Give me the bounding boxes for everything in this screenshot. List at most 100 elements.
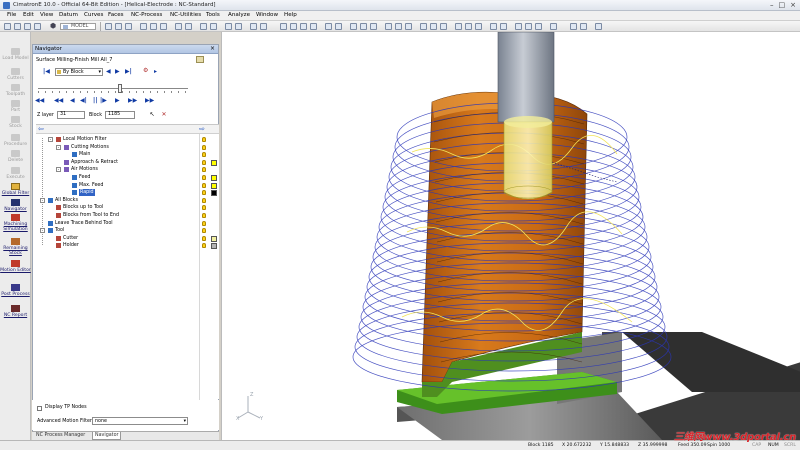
- color-swatch[interactable]: [211, 182, 217, 189]
- visibility-bulb-icon[interactable]: [202, 167, 206, 173]
- forward-step-icon[interactable]: |▶: [100, 97, 107, 105]
- post-process-button[interactable]: Post Process: [0, 284, 31, 297]
- shade-icon[interactable]: [200, 23, 207, 30]
- visibility-bulb-icon[interactable]: [202, 228, 206, 234]
- go-last-icon[interactable]: ▶|: [125, 68, 132, 76]
- visibility-bulb-icon[interactable]: [202, 243, 206, 249]
- menu-window[interactable]: Window: [256, 12, 278, 18]
- extend-icon[interactable]: [475, 23, 482, 30]
- arrow-right-icon[interactable]: ⇨: [199, 125, 205, 133]
- visibility-bulb-icon[interactable]: [202, 137, 206, 142]
- part-button[interactable]: Part: [0, 100, 31, 113]
- maximize-button[interactable]: □: [779, 1, 786, 10]
- menu-help[interactable]: Help: [284, 12, 297, 18]
- surface-icon[interactable]: [335, 23, 342, 30]
- end-icon[interactable]: ▶▶: [145, 97, 154, 105]
- visibility-bulb-icon[interactable]: [202, 190, 206, 196]
- mirror-icon[interactable]: [405, 23, 412, 30]
- menu-curves[interactable]: Curves: [84, 12, 103, 18]
- tree-row[interactable]: - Tool: [36, 227, 219, 235]
- menu-view[interactable]: View: [40, 12, 53, 18]
- spline-icon[interactable]: [430, 23, 437, 30]
- draft-icon[interactable]: [500, 23, 507, 30]
- tree-row[interactable]: Main: [36, 151, 219, 159]
- navigation-mode-select[interactable]: By Block ▾: [55, 68, 103, 76]
- trim-icon[interactable]: [465, 23, 472, 30]
- global-filter-button[interactable]: Global Filter: [0, 183, 31, 196]
- load-model-button[interactable]: Load Model: [0, 48, 31, 61]
- menu-edit[interactable]: Edit: [23, 12, 34, 18]
- curve-icon[interactable]: [280, 23, 287, 30]
- pointer-icon[interactable]: ↖: [148, 111, 156, 119]
- visibility-bulb-icon[interactable]: [202, 220, 206, 226]
- step-back-icon[interactable]: ◀: [106, 68, 111, 76]
- back-icon[interactable]: ◀: [70, 97, 75, 105]
- datum-plane-icon[interactable]: [350, 23, 357, 30]
- tree-row[interactable]: - All Blocks: [36, 197, 219, 205]
- layer-icon[interactable]: [260, 23, 267, 30]
- tab-nc-process-manager[interactable]: NC Process Manager: [34, 432, 87, 440]
- tree-row[interactable]: Max. Feed: [36, 182, 219, 190]
- machining-simulation-button[interactable]: Machining Simulation: [0, 214, 31, 232]
- nc-icon[interactable]: [515, 23, 522, 30]
- tree-row[interactable]: Rapid: [36, 189, 219, 197]
- pause-icon[interactable]: ||: [93, 97, 97, 105]
- visibility-bulb-icon[interactable]: [202, 197, 206, 203]
- measure-icon[interactable]: [250, 23, 257, 30]
- menu-nc-process[interactable]: NC-Process: [131, 12, 162, 18]
- options-icon[interactable]: ⚙: [143, 67, 148, 75]
- cube-icon[interactable]: ⬢: [50, 22, 56, 31]
- toolpath-button[interactable]: Toolpath: [0, 84, 31, 97]
- pan-icon[interactable]: [140, 23, 147, 30]
- back-step-icon[interactable]: ◀|: [80, 97, 87, 105]
- wireframe-icon[interactable]: [210, 23, 217, 30]
- copy-icon[interactable]: [395, 23, 402, 30]
- view-icon[interactable]: [185, 23, 192, 30]
- tree-row[interactable]: Holder: [36, 242, 219, 250]
- tree-row[interactable]: Blocks from Tool to End: [36, 212, 219, 220]
- visibility-bulb-icon[interactable]: [202, 213, 206, 218]
- collapse-icon[interactable]: -: [56, 144, 61, 150]
- origin-icon[interactable]: [580, 23, 587, 30]
- blend-icon[interactable]: [455, 23, 462, 30]
- point-icon[interactable]: [125, 23, 132, 30]
- new-file-icon[interactable]: [4, 23, 11, 30]
- undo-icon[interactable]: [34, 23, 41, 30]
- color-swatch[interactable]: [211, 159, 217, 166]
- collapse-icon[interactable]: -: [48, 137, 53, 142]
- play-icon[interactable]: ▸: [154, 68, 157, 76]
- minimize-button[interactable]: –: [770, 1, 774, 10]
- menu-file[interactable]: File: [7, 12, 16, 18]
- open-operation-icon[interactable]: [196, 56, 204, 63]
- tab-navigator[interactable]: Navigator: [92, 432, 122, 440]
- sketch-icon[interactable]: [420, 23, 427, 30]
- position-slider[interactable]: [38, 88, 188, 89]
- close-icon[interactable]: ×: [210, 45, 215, 53]
- visibility-bulb-icon[interactable]: [202, 235, 206, 241]
- tree-row[interactable]: Blocks up to Tool: [36, 204, 219, 212]
- grid-icon[interactable]: [550, 23, 557, 30]
- tree-row[interactable]: Approach & Retract: [36, 159, 219, 167]
- stock-button[interactable]: Stock: [0, 116, 31, 129]
- filter-icon[interactable]: [115, 23, 122, 30]
- tree-row[interactable]: Leave Trace Behind Tool: [36, 220, 219, 228]
- circle-icon[interactable]: [310, 23, 317, 30]
- execute-button[interactable]: Execute: [0, 167, 31, 180]
- motion-editor-button[interactable]: Motion Editor: [0, 260, 31, 273]
- arc-icon[interactable]: [300, 23, 307, 30]
- menu-tools[interactable]: Tools: [206, 12, 220, 18]
- menu-analyze[interactable]: Analyze: [228, 12, 250, 18]
- rewind-icon[interactable]: ◀◀: [35, 97, 44, 105]
- display-tp-nodes-checkbox[interactable]: [37, 406, 42, 411]
- zoom-icon[interactable]: [150, 23, 157, 30]
- tree-row[interactable]: Cutter: [36, 235, 219, 243]
- line-icon[interactable]: [290, 23, 297, 30]
- tree-row[interactable]: - Local Motion Filter: [36, 136, 219, 144]
- open-file-icon[interactable]: [14, 23, 21, 30]
- close-window-button[interactable]: ×: [790, 1, 796, 10]
- simulate-icon[interactable]: [535, 23, 542, 30]
- analysis-icon[interactable]: [490, 23, 497, 30]
- go-first-icon[interactable]: |◀: [43, 68, 50, 76]
- z-layer-field[interactable]: 31: [57, 111, 85, 119]
- tree-row[interactable]: Feed: [36, 174, 219, 182]
